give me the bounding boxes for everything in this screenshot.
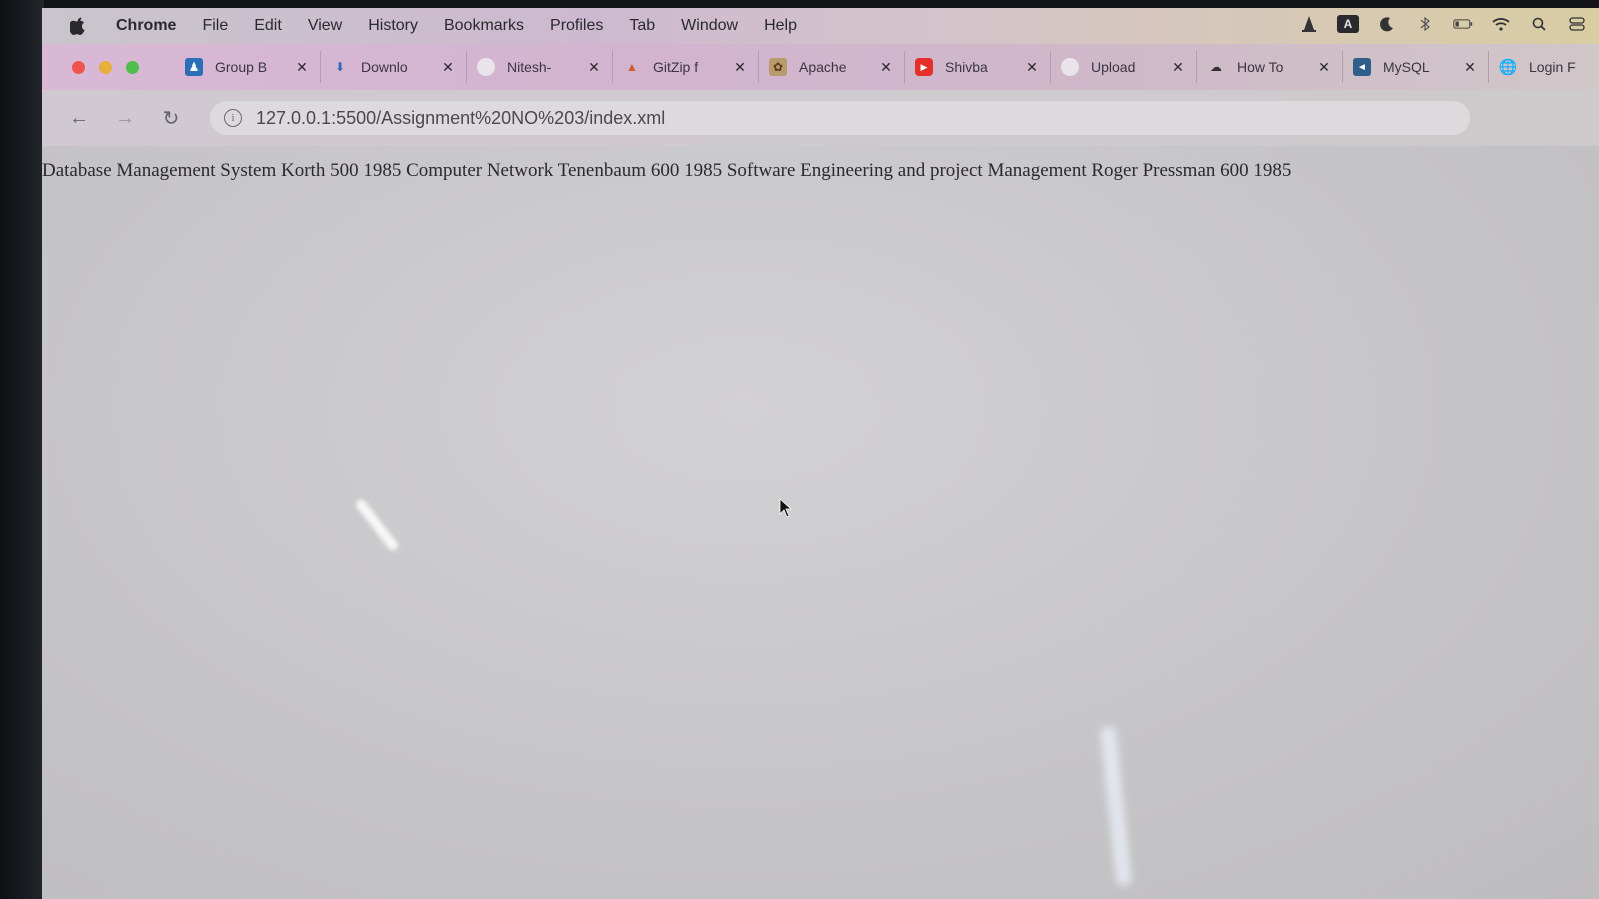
tab-login[interactable]: 🌐 Login F ✕ (1489, 51, 1599, 83)
window-controls (72, 60, 139, 74)
tab-shivba[interactable]: ▶ Shivba ✕ (905, 51, 1051, 83)
xml-rendered-text: Database Management System Korth 500 198… (42, 160, 1292, 181)
tab-title: Shivba (945, 59, 988, 75)
mysql-icon: ◄ (1353, 58, 1371, 76)
bluetooth-icon[interactable] (1415, 14, 1435, 34)
moon-icon[interactable] (1377, 14, 1397, 34)
tab-apache[interactable]: ✿ Apache ✕ (759, 51, 905, 83)
tab-how-to[interactable]: ☁ How To ✕ (1197, 51, 1343, 83)
browser-toolbar: ← → ↻ i 127.0.0.1:5500/Assignment%20NO%2… (42, 90, 1599, 166)
tab-group-b[interactable]: ♟ Group B ✕ (175, 51, 321, 83)
vlc-cone-icon[interactable] (1299, 14, 1319, 34)
forward-arrow-icon[interactable]: → (110, 103, 140, 133)
screen: Chrome File Edit View History Bookmarks … (42, 8, 1599, 899)
people-icon: ♟ (185, 58, 203, 76)
gitzip-icon: ▲ (626, 60, 638, 74)
control-center-icon[interactable] (1567, 14, 1587, 34)
tab-mysql[interactable]: ◄ MySQL ✕ (1343, 51, 1489, 83)
close-tab-icon[interactable]: ✕ (586, 59, 602, 76)
tab-strip: ♟ Group B ✕ ⬇ Downlo ✕ Nitesh- ✕ ▲ GitZi… (42, 44, 1599, 90)
youtube-icon: ▶ (915, 58, 933, 76)
address-bar[interactable]: i 127.0.0.1:5500/Assignment%20NO%203/ind… (210, 101, 1470, 135)
macos-menu-bar: Chrome File Edit View History Bookmarks … (42, 8, 1599, 44)
url-text[interactable]: 127.0.0.1:5500/Assignment%20NO%203/index… (256, 108, 665, 129)
site-info-icon[interactable]: i (224, 109, 242, 127)
menu-bookmarks[interactable]: Bookmarks (444, 17, 524, 35)
github-icon (477, 58, 495, 76)
back-arrow-icon[interactable]: ← (64, 103, 94, 133)
battery-icon[interactable] (1453, 14, 1473, 34)
close-tab-icon[interactable]: ✕ (440, 59, 456, 76)
screen-glare-reflection (353, 497, 401, 553)
close-tab-icon[interactable]: ✕ (1462, 59, 1478, 76)
tab-upload[interactable]: Upload ✕ (1051, 51, 1197, 83)
close-tab-icon[interactable]: ✕ (1024, 59, 1040, 76)
menu-file[interactable]: File (202, 17, 228, 35)
tab-title: Nitesh- (507, 59, 552, 75)
page-content: Database Management System Korth 500 198… (42, 146, 1599, 899)
download-icon: ⬇ (334, 60, 346, 74)
tab-title: Group B (215, 59, 268, 75)
apple-logo-icon[interactable] (70, 17, 86, 35)
tab-title: Apache (799, 59, 847, 75)
minimize-window-button[interactable] (99, 60, 112, 74)
input-source-icon[interactable]: A (1337, 15, 1359, 33)
tab-download[interactable]: ⬇ Downlo ✕ (321, 51, 467, 83)
fullscreen-window-button[interactable] (126, 60, 139, 74)
tab-title: Login F (1529, 59, 1576, 75)
screen-glare-reflection (1099, 725, 1133, 887)
menu-profiles[interactable]: Profiles (550, 17, 603, 35)
menu-edit[interactable]: Edit (254, 17, 282, 35)
cloud-icon: ☁ (1210, 60, 1222, 74)
tab-title: GitZip f (653, 59, 699, 75)
menu-help[interactable]: Help (764, 17, 797, 35)
menu-tab[interactable]: Tab (629, 17, 655, 35)
github-icon (1061, 58, 1079, 76)
menu-window[interactable]: Window (681, 17, 738, 35)
tab-title: Downlo (361, 59, 408, 75)
menu-view[interactable]: View (308, 17, 342, 35)
tab-nitesh[interactable]: Nitesh- ✕ (467, 51, 613, 83)
close-tab-icon[interactable]: ✕ (1170, 59, 1186, 76)
spotlight-search-icon[interactable] (1529, 14, 1549, 34)
menu-chrome[interactable]: Chrome (116, 17, 176, 35)
close-tab-icon[interactable]: ✕ (732, 59, 748, 76)
close-window-button[interactable] (72, 60, 85, 74)
tab-title: Upload (1091, 59, 1136, 75)
apache-icon: ✿ (769, 58, 787, 76)
menu-bar-status-area: A (1299, 14, 1587, 34)
close-tab-icon[interactable]: ✕ (1316, 59, 1332, 76)
tab-title: How To (1237, 59, 1284, 75)
menu-history[interactable]: History (368, 17, 418, 35)
globe-icon: 🌐 (1498, 59, 1518, 76)
tab-gitzip[interactable]: ▲ GitZip f ✕ (613, 51, 759, 83)
wifi-icon[interactable] (1491, 14, 1511, 34)
mouse-cursor-icon (779, 498, 793, 518)
reload-icon[interactable]: ↻ (156, 103, 186, 133)
tab-title: MySQL (1383, 59, 1430, 75)
close-tab-icon[interactable]: ✕ (878, 59, 894, 76)
close-tab-icon[interactable]: ✕ (294, 59, 310, 76)
monitor-bezel-left (0, 0, 44, 899)
